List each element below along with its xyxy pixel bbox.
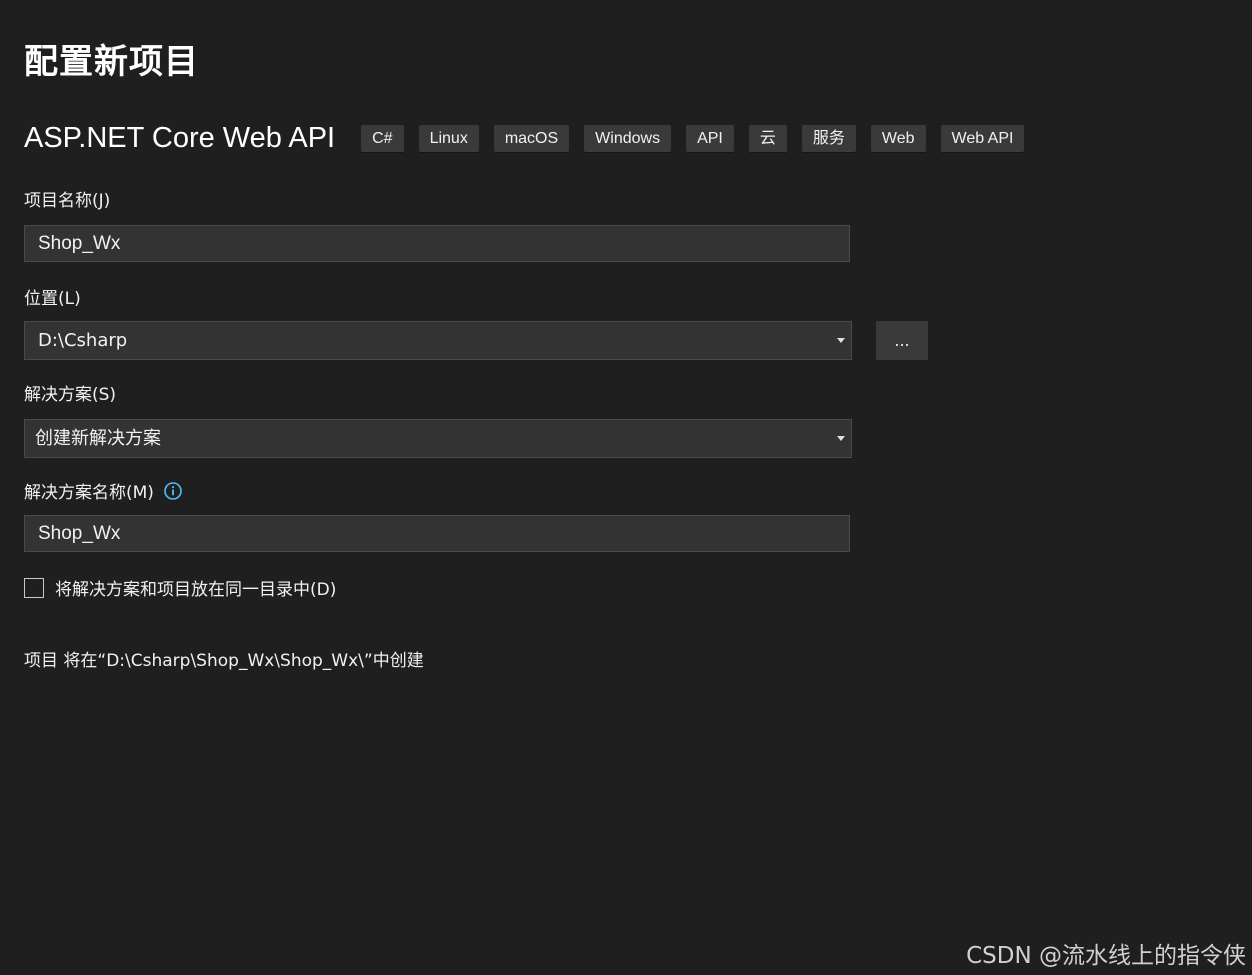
tag: 云 — [748, 124, 787, 152]
browse-button[interactable]: ... — [876, 321, 928, 360]
tag: C# — [361, 124, 404, 152]
configure-new-project-page: 配置新项目 ASP.NET Core Web API C# Linux macO… — [0, 0, 1252, 975]
tag: 服务 — [801, 124, 856, 152]
solution-dropdown[interactable]: 创建新解决方案 — [24, 419, 852, 458]
project-path-note: 项目 将在“D:\Csharp\Shop_Wx\Shop_Wx\”中创建 — [24, 651, 424, 671]
solution-label: 解决方案(S) — [24, 385, 117, 405]
template-tags: C# Linux macOS Windows API 云 服务 Web Web … — [361, 124, 1039, 152]
project-name-input[interactable]: Shop_Wx — [24, 225, 850, 262]
chevron-down-icon[interactable] — [837, 436, 845, 441]
tag: Windows — [584, 124, 672, 152]
solution-name-label-row: 解决方案名称(M) — [24, 478, 182, 503]
solution-name-label: 解决方案名称(M) — [24, 483, 154, 503]
location-value[interactable]: D:\Csharp — [38, 322, 127, 359]
tag: API — [686, 124, 734, 152]
watermark: CSDN @流水线上的指令侠 — [966, 943, 1246, 969]
page-title: 配置新项目 — [24, 42, 199, 82]
same-directory-label[interactable]: 将解决方案和项目放在同一目录中(D) — [55, 575, 336, 600]
same-directory-checkbox[interactable] — [24, 577, 44, 598]
template-name: ASP.NET Core Web API — [24, 121, 336, 154]
tag: macOS — [493, 124, 570, 152]
chevron-down-icon[interactable] — [837, 338, 845, 343]
template-header: ASP.NET Core Web API C# Linux macOS Wind… — [24, 118, 1039, 158]
info-icon[interactable] — [164, 481, 182, 500]
same-directory-option[interactable]: 将解决方案和项目放在同一目录中(D) — [24, 575, 336, 600]
project-name-label: 项目名称(J) — [24, 191, 111, 211]
location-label: 位置(L) — [24, 289, 81, 309]
tag: Linux — [418, 124, 479, 152]
location-combobox[interactable]: D:\Csharp — [24, 321, 852, 360]
tag: Web — [870, 124, 926, 152]
solution-name-input[interactable]: Shop_Wx — [24, 515, 850, 552]
solution-value[interactable]: 创建新解决方案 — [35, 420, 161, 457]
tag: Web API — [940, 124, 1025, 152]
